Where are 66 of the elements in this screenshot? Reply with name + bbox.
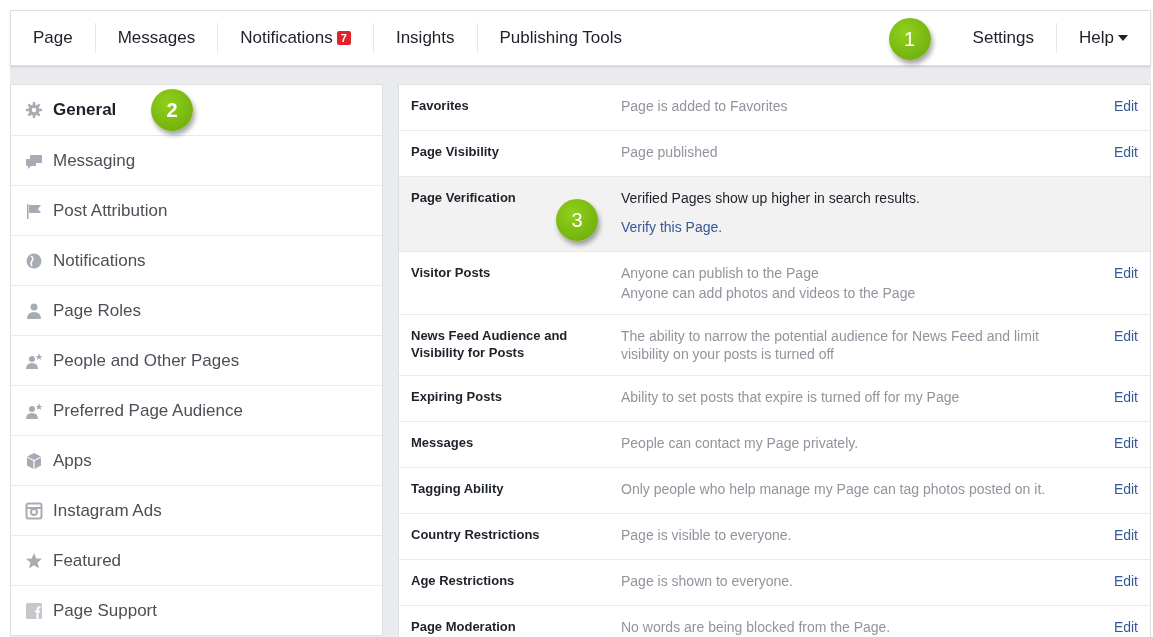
setting-description: Page is visible to everyone. [621,526,793,544]
setting-name: Age Restrictions [411,572,516,589]
nav-tab[interactable]: Notifications 7 [217,23,373,53]
setting-description: Anyone can publish to the Page [621,264,820,282]
menu-item[interactable]: Notifications [11,235,382,285]
notification-count: 7 [336,31,351,45]
setting-name: Favorites [411,97,470,114]
star-icon [25,551,43,570]
menu-item[interactable]: Messaging [11,135,382,185]
setting-description: Page is shown to everyone. [621,572,794,590]
verify-link[interactable]: Verify this Page. [621,218,1078,236]
nav-tab[interactable]: Insights [372,23,477,53]
setting-description: People can contact my Page privately. [621,434,860,452]
setting-name: Page Visibility [411,143,500,160]
setting-description: The ability to narrow the potential audience for News Feed and limit visibility on your posts is turned off [621,327,1040,363]
edit-link[interactable]: Edit [1078,327,1138,345]
edit-link[interactable]: Edit [1078,264,1138,282]
cube-icon [25,451,43,470]
edit-link[interactable]: Edit [1078,97,1138,115]
edit-link[interactable]: Edit [1078,143,1138,161]
menu-item[interactable]: General 2 [11,85,382,135]
menu-item[interactable]: Page Roles [11,285,382,335]
nav-tab[interactable]: Help [1056,23,1150,53]
menu-item[interactable]: Post Attribution [11,185,382,235]
nav-tab[interactable]: Messages [94,23,218,53]
setting-description: Verified Pages show up higher in search results. [621,189,921,207]
menu-item[interactable]: Apps [11,435,382,485]
globe-icon [25,251,43,270]
edit-link[interactable]: Edit [1078,526,1138,544]
edit-link[interactable]: Edit [1078,572,1138,590]
menu-item[interactable]: People and Other Pages [11,335,382,385]
setting-description: Ability to set posts that expire is turned off for my Page [621,388,961,406]
setting-description: Anyone can add photos and videos to the Page [621,284,917,302]
camera-icon [25,501,43,520]
setting-name: News Feed Audience and Visibility for Posts [411,327,569,361]
edit-link[interactable]: Edit [1078,480,1138,498]
edit-link[interactable]: Edit [1078,434,1138,452]
menu-item[interactable]: Page Support [11,585,382,635]
caret-icon [1118,35,1128,41]
setting-description: No words are being blocked from the Page. [621,618,892,636]
flag-icon [25,201,43,220]
setting-name: Messages [411,434,475,451]
setting-name: Page Verification [411,189,517,206]
setting-description: Only people who help manage my Page can tag photos posted on it. [621,480,1047,498]
edit-link[interactable]: Edit [1078,388,1138,406]
callout-marker: 2 [151,89,193,131]
menu-item[interactable]: Instagram Ads [11,485,382,535]
callout-marker: 3 [556,199,598,241]
setting-name: Tagging Ability [411,480,505,497]
menu-item[interactable]: Preferred Page Audience [11,385,382,435]
setting-name: Page Moderation [411,618,517,635]
setting-description: Page published [621,143,719,161]
nav-tab[interactable]: Page [11,23,95,53]
nav-tab[interactable]: Publishing Tools [476,23,645,53]
menu-item[interactable]: Featured [11,535,382,585]
logo-icon [25,601,43,620]
person-star-icon [25,351,43,370]
setting-name: Country Restrictions [411,526,541,543]
gear-icon [25,101,43,119]
edit-link[interactable]: Edit [1078,618,1138,636]
person-icon [25,301,43,320]
setting-name: Expiring Posts [411,388,504,405]
setting-name: Visitor Posts [411,264,492,281]
setting-description: Page is added to Favorites [621,97,789,115]
callout-marker: 1 [888,18,931,60]
person-star-icon [25,401,43,420]
